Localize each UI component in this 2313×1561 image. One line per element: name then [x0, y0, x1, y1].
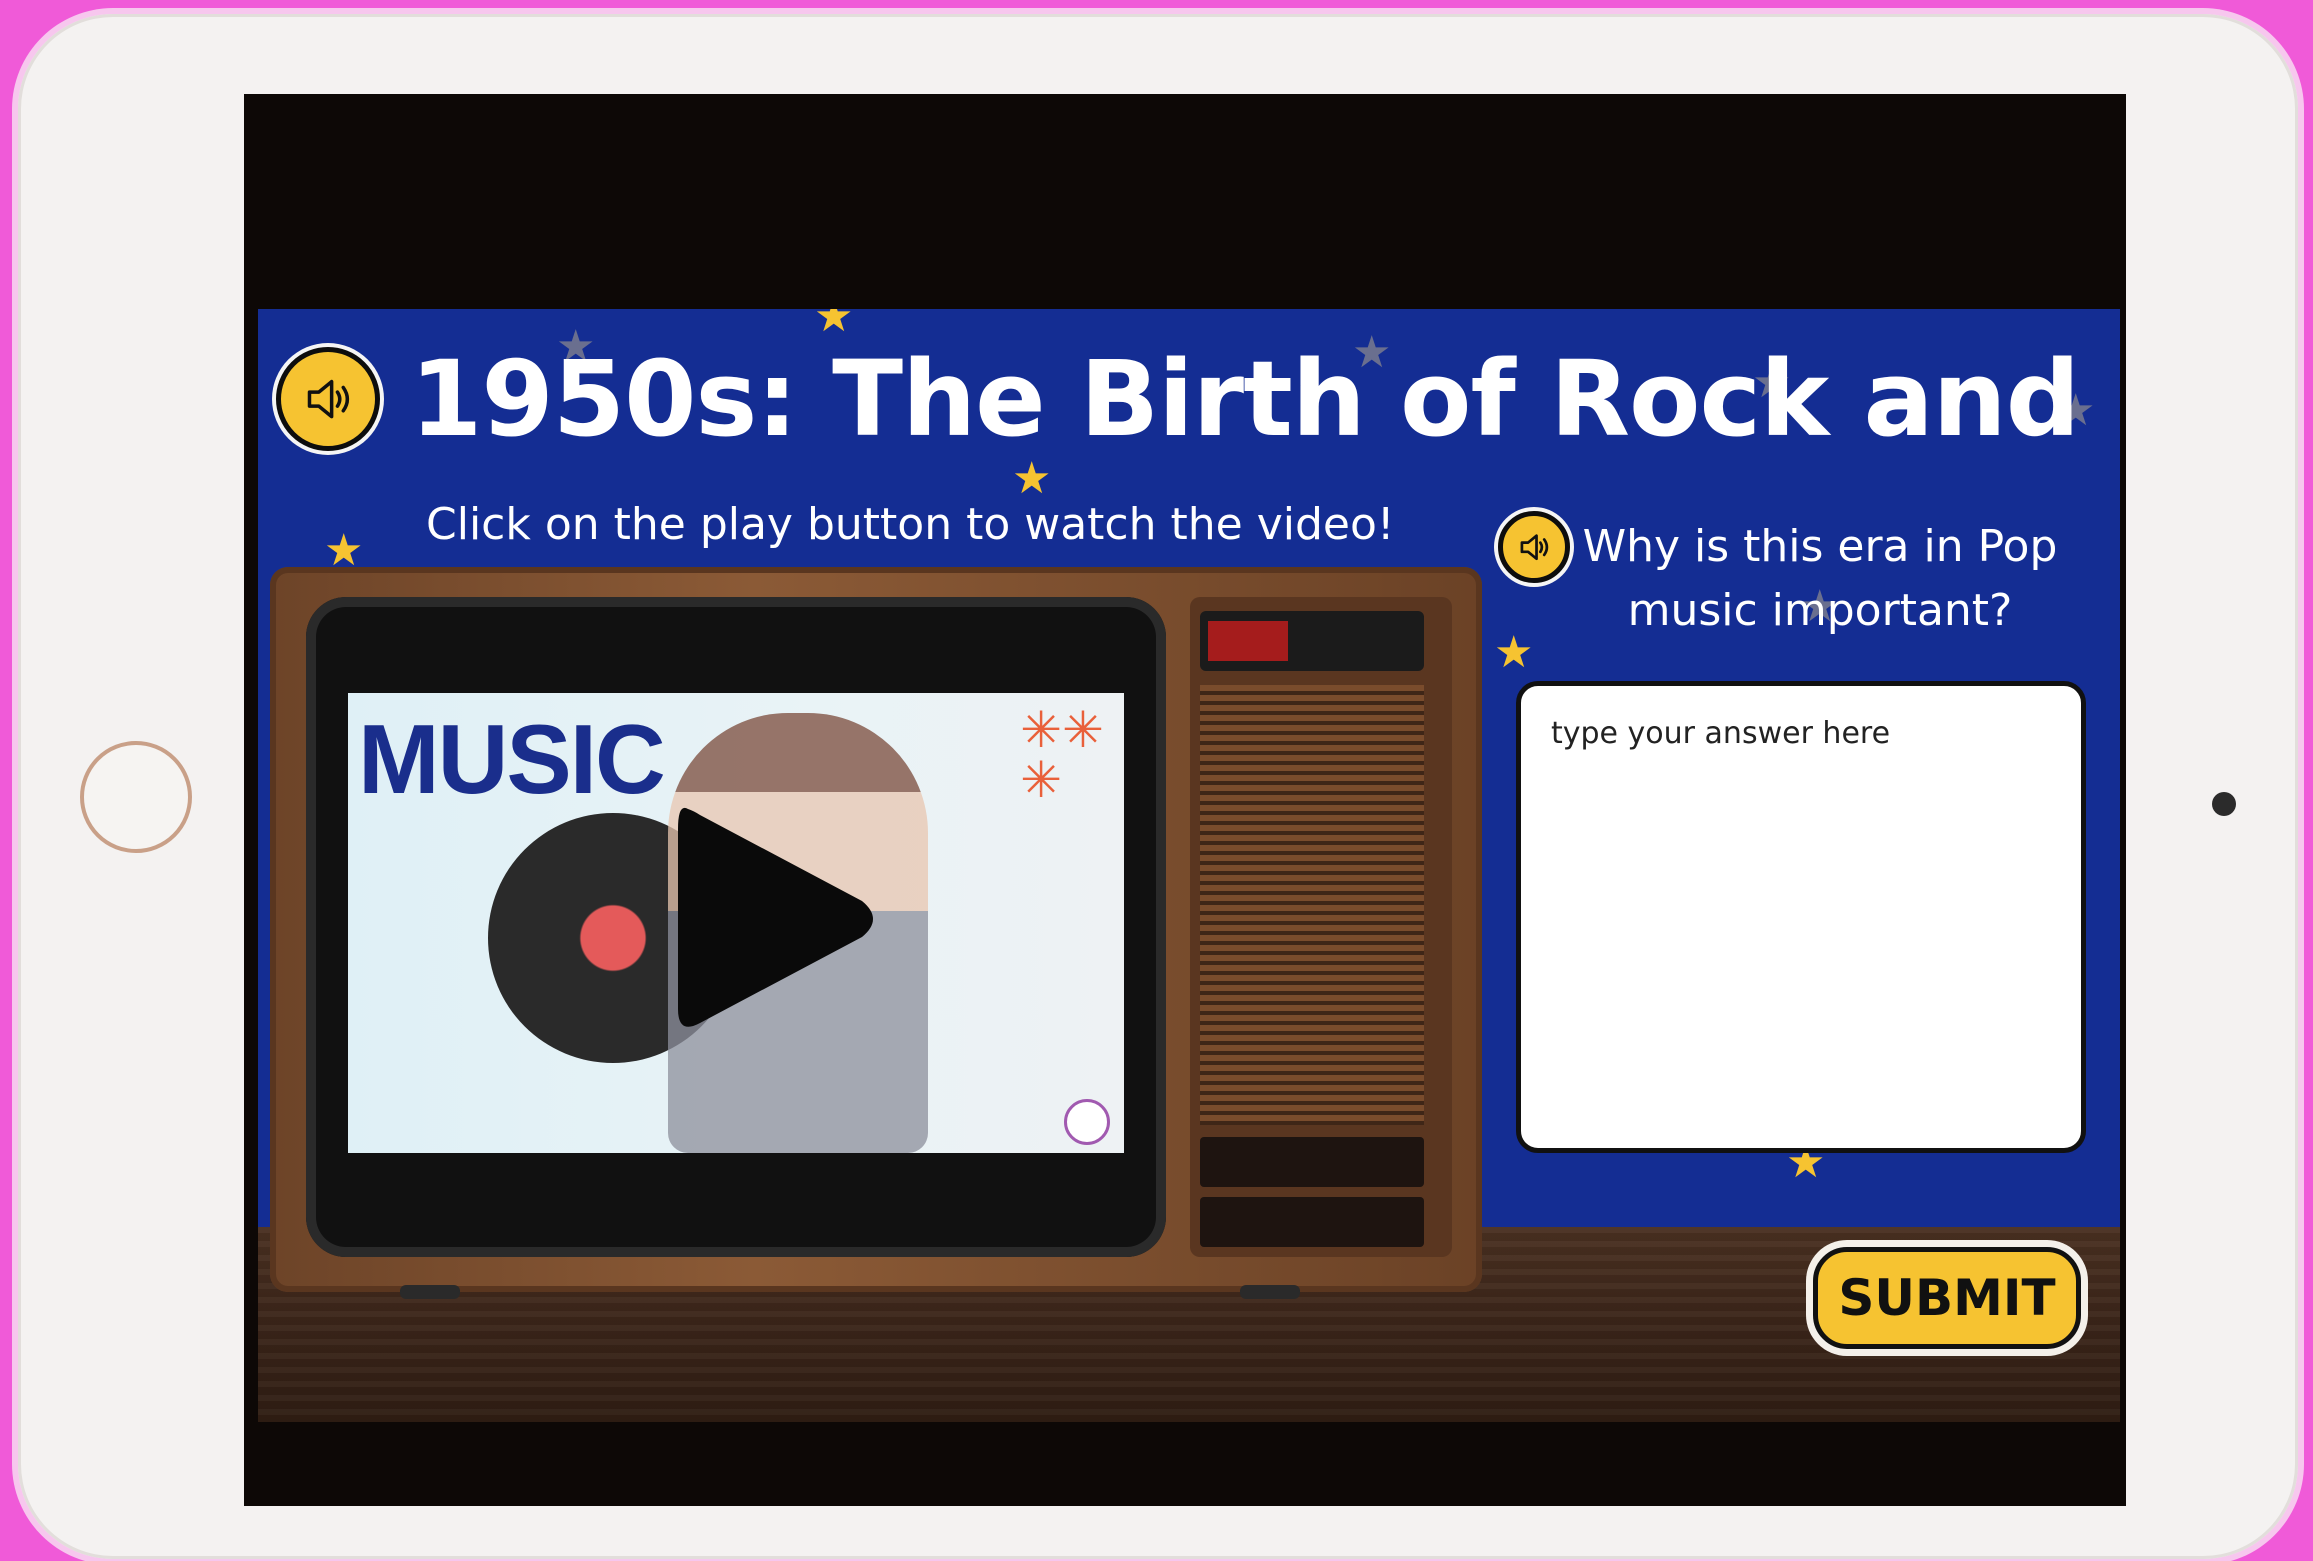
- question-prompt: Why is this era in Pop music important?: [1582, 521, 2058, 636]
- submit-button[interactable]: SUBMIT: [1813, 1247, 2081, 1349]
- tv-control-panel: [1190, 597, 1452, 1257]
- power-indicator: [1208, 621, 1288, 661]
- answer-input[interactable]: [1516, 681, 2086, 1153]
- speaker-icon: [1520, 534, 1549, 560]
- star-icon: ★: [1012, 453, 1052, 504]
- lesson-slide: ★ ★ ★ ★ ★ ★ ★ ★ ★ ★ 1950s: The Birth of …: [258, 309, 2120, 1422]
- video-thumbnail[interactable]: MUSIC ✳✳ ✳: [348, 693, 1124, 1153]
- home-button[interactable]: [80, 741, 192, 853]
- speaker-icon: [307, 379, 349, 419]
- retro-tv: MUSIC ✳✳ ✳: [270, 567, 1482, 1299]
- tv-speaker-grille: [1200, 685, 1424, 1125]
- sparkle-icon: ✳✳ ✳: [1020, 701, 1104, 809]
- video-instruction: Click on the play button to watch the vi…: [426, 499, 1395, 550]
- question-audio-button[interactable]: [1498, 511, 1570, 583]
- play-icon[interactable]: [648, 789, 888, 1049]
- tv-controls: [1200, 611, 1424, 671]
- tablet-frame: ★ ★ ★ ★ ★ ★ ★ ★ ★ ★ 1950s: The Birth of …: [18, 14, 2298, 1559]
- star-icon: ★: [814, 309, 854, 342]
- tv-slot: [1200, 1137, 1424, 1187]
- tv-feet: [400, 1285, 1300, 1299]
- thumbnail-title: MUSIC: [358, 704, 666, 814]
- page-title: 1950s: The Birth of Rock and Roll: [410, 338, 2120, 460]
- star-icon: ★: [1494, 627, 1534, 678]
- camera: [2212, 792, 2236, 816]
- tv-slot: [1200, 1197, 1424, 1247]
- channel-logo: [1064, 1099, 1110, 1145]
- title-audio-button[interactable]: [276, 347, 380, 451]
- tablet-screen: ★ ★ ★ ★ ★ ★ ★ ★ ★ ★ 1950s: The Birth of …: [244, 94, 2126, 1506]
